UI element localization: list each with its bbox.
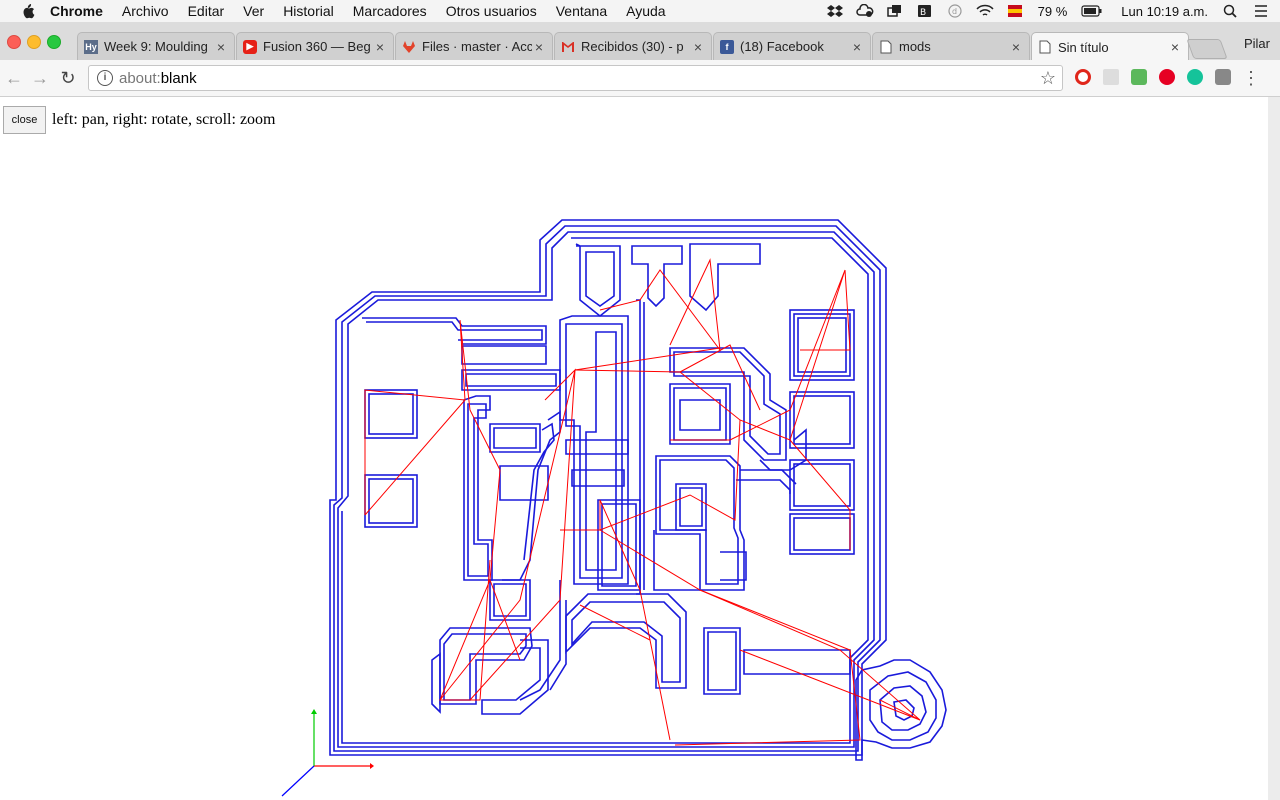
gmail-icon [561,40,575,54]
url-path: blank [160,69,197,87]
spotlight-search-icon[interactable] [1222,4,1240,18]
menu-archivo[interactable]: Archivo [122,3,169,19]
svg-text:d: d [952,7,957,16]
tab-mods[interactable]: mods × [872,32,1030,60]
youtube-icon: ▶ [243,39,257,54]
menu-marcadores[interactable]: Marcadores [353,3,427,19]
travel-moves [364,258,921,746]
close-icon[interactable]: × [1009,39,1023,55]
grammarly-extension-icon[interactable] [1187,69,1203,85]
tab-title: Recibidos (30) - p [581,39,684,54]
menu-editar[interactable]: Editar [188,3,225,19]
drafts-icon[interactable]: d [946,4,964,18]
flag-es-icon[interactable] [1006,4,1024,18]
tab-gitlab-files[interactable]: Files · master · Acc × [395,32,553,60]
page-icon [879,40,893,54]
forward-arrow-icon[interactable]: → [30,68,50,88]
tab-title: Files · master · Acc [422,39,532,54]
toolpath-viewer-canvas[interactable] [0,97,1268,800]
bookmark-app-icon[interactable]: B [916,4,934,18]
tab-week9[interactable]: Hy Week 9: Moulding × [77,32,235,60]
cloud-sync-icon[interactable] [855,4,874,18]
battery-percent: 79 % [1037,3,1068,19]
tab-strip: Hy Week 9: Moulding × ▶ Fusion 360 — Beg… [0,22,1280,61]
tab-title: mods [899,39,931,54]
dropbox-icon[interactable] [826,4,844,18]
svg-text:B: B [920,8,926,18]
close-icon[interactable]: × [214,39,228,55]
opera-extension-icon[interactable] [1075,69,1091,85]
reload-icon[interactable]: ↻ [58,68,78,88]
url-scheme: about: [119,69,161,87]
close-icon[interactable]: × [532,39,546,55]
new-tab-button[interactable] [1186,39,1228,59]
tab-sin-titulo[interactable]: Sin título × [1031,32,1189,61]
menu-ayuda[interactable]: Ayuda [626,3,665,19]
tab-title: Sin título [1058,39,1109,55]
menu-otros-usuarios[interactable]: Otros usuarios [446,3,537,19]
pinterest-extension-icon[interactable] [1159,69,1175,85]
notification-center-icon[interactable] [1252,4,1270,18]
browser-toolbar: ← → ↻ i about: blank ☆ ⋮ [0,60,1280,97]
close-icon[interactable]: × [691,39,705,55]
info-icon[interactable]: i [97,70,113,86]
tab-facebook[interactable]: f (18) Facebook × [713,32,871,60]
clock[interactable]: Lun 10:19 a.m. [1121,4,1208,19]
window-close-button[interactable] [7,35,21,49]
y-axis-arrow-icon [311,709,317,714]
axis-gizmo [281,709,374,797]
z-axis-line [281,765,315,797]
battery-icon[interactable] [1081,4,1103,18]
tab-fusion360[interactable]: ▶ Fusion 360 — Beg × [236,32,394,60]
tab-title: Fusion 360 — Beg [263,39,371,54]
page-icon [1038,40,1052,54]
facebook-icon: f [720,39,734,54]
controls-hint: left: pan, right: rotate, scroll: zoom [52,111,276,128]
hy-icon: Hy [84,39,98,54]
menu-ventana[interactable]: Ventana [556,3,607,19]
profile-name[interactable]: Pilar [1244,36,1270,51]
page-content: close left: pan, right: rotate, scroll: … [0,97,1268,800]
back-arrow-icon[interactable]: ← [4,68,24,88]
address-bar[interactable]: i about: blank ☆ [88,65,1063,91]
window-minimize-button[interactable] [27,35,41,49]
screen-share-icon[interactable] [886,4,904,18]
menu-kebab-icon[interactable]: ⋮ [1241,68,1261,88]
menu-app-chrome[interactable]: Chrome [50,3,103,19]
menu-ver[interactable]: Ver [243,3,264,19]
close-icon[interactable]: × [850,39,864,55]
tab-gmail[interactable]: Recibidos (30) - p × [554,32,712,60]
evernote-extension-icon[interactable] [1131,69,1147,85]
page-scrollbar[interactable] [1268,97,1280,800]
menu-bar: Chrome Archivo Editar Ver Historial Marc… [0,0,1280,23]
close-icon[interactable]: × [1168,39,1182,55]
close-button[interactable]: close [3,106,46,134]
close-icon[interactable]: × [373,39,387,55]
x-axis-arrow-icon [370,763,374,769]
pocket-extension-icon[interactable] [1215,69,1231,85]
wifi-icon[interactable] [976,4,994,18]
extension-gray-icon[interactable] [1103,69,1119,85]
menu-historial[interactable]: Historial [283,3,334,19]
window-zoom-button[interactable] [47,35,61,49]
tab-title: (18) Facebook [740,39,824,54]
apple-icon[interactable] [20,3,36,19]
bookmark-star-icon[interactable]: ☆ [1040,68,1056,89]
gitlab-icon [402,40,416,54]
tab-title: Week 9: Moulding [104,39,208,54]
